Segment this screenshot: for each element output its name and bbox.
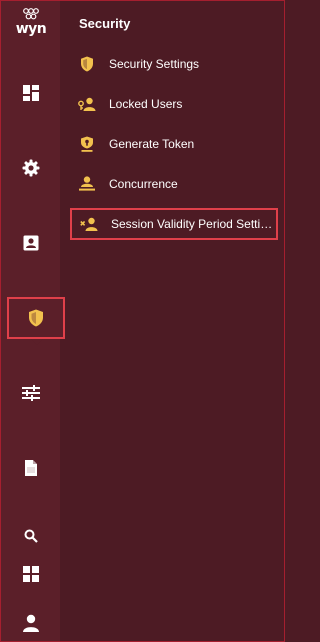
menu-item-label: Concurrence	[109, 177, 178, 191]
locked-users-icon	[77, 94, 97, 114]
search-icon	[24, 529, 38, 543]
menu-item-session-validity-period-settings[interactable]: Session Validity Period Settin...	[70, 208, 278, 240]
document-icon	[25, 460, 37, 476]
menu-item-label: Generate Token	[109, 137, 195, 151]
rail-dashboard-button[interactable]	[2, 72, 60, 114]
rail-adjustments-button[interactable]	[2, 372, 60, 414]
rail-search-button[interactable]	[2, 521, 60, 551]
menu-item-label: Session Validity Period Settin...	[111, 217, 275, 231]
menu-item-security-settings[interactable]: Security Settings	[70, 48, 278, 80]
rail-security-button[interactable]	[7, 297, 65, 345]
contact-card-icon	[23, 235, 39, 251]
gear-icon	[22, 159, 40, 177]
token-icon	[77, 134, 97, 154]
panel-title: Security	[79, 16, 131, 31]
menu-item-label: Locked Users	[109, 97, 183, 111]
user-icon	[23, 614, 39, 632]
rail-settings-button[interactable]	[2, 147, 60, 189]
session-user-icon	[79, 214, 99, 234]
brand-logo[interactable]: wyn	[6, 7, 56, 41]
shield-icon	[77, 54, 97, 74]
tune-icon	[22, 385, 40, 401]
menu-item-generate-token[interactable]: Generate Token	[70, 128, 278, 160]
menu-item-label: Security Settings	[109, 57, 200, 71]
rail-documents-button[interactable]	[2, 447, 60, 489]
shield-icon	[29, 309, 43, 327]
rail-apps-button[interactable]	[2, 557, 60, 591]
menu-item-locked-users[interactable]: Locked Users	[70, 88, 278, 120]
menu-item-concurrence[interactable]: Concurrence	[70, 168, 278, 200]
security-panel: Security Security Settings Locked Users …	[60, 1, 284, 641]
concurrence-icon	[77, 174, 97, 194]
logo-text: wyn	[15, 21, 47, 37]
left-rail: wyn	[1, 1, 65, 641]
rail-contacts-button[interactable]	[2, 222, 60, 264]
app-frame: wyn Security Security Settings Locked Us…	[0, 0, 285, 642]
logo-dots-icon	[23, 8, 39, 20]
rail-user-button[interactable]	[2, 605, 60, 641]
dashboard-icon	[23, 85, 39, 101]
apps-icon	[23, 566, 39, 582]
